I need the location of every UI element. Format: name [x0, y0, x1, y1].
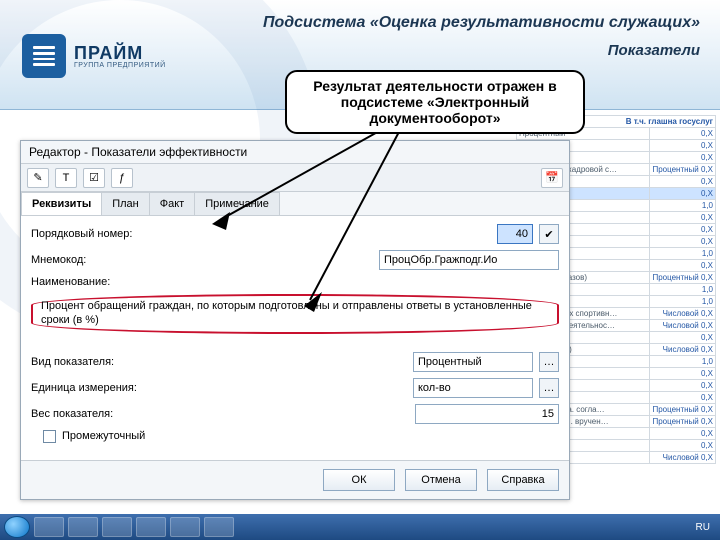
tab-fact[interactable]: Факт [149, 192, 195, 215]
ok-button[interactable]: ОК [323, 469, 395, 491]
help-button[interactable]: Справка [487, 469, 559, 491]
tab-note[interactable]: Примечание [194, 192, 280, 215]
toolbar-btn-text-icon[interactable]: T [55, 168, 77, 188]
start-button-icon[interactable] [4, 516, 30, 538]
page-title: Подсистема «Оценка результативности служ… [263, 14, 700, 32]
intermediate-checkbox[interactable] [43, 430, 56, 443]
taskbar-app-5[interactable] [170, 517, 200, 537]
unit-input[interactable]: кол-во [413, 378, 533, 398]
cancel-button[interactable]: Отмена [405, 469, 477, 491]
taskbar-app-4[interactable] [136, 517, 166, 537]
type-picker-icon[interactable]: … [539, 352, 559, 372]
type-input[interactable]: Процентный [413, 352, 533, 372]
toolbar-btn-check-icon[interactable]: ☑ [83, 168, 105, 188]
brand-logo-icon [22, 34, 66, 78]
seq-input[interactable]: 40 [497, 224, 533, 244]
toolbar-btn-save-icon[interactable]: ✎ [27, 168, 49, 188]
toolbar-btn-fx-icon[interactable]: ƒ [111, 168, 133, 188]
editor-tabs: Реквизиты План Факт Примечание [21, 192, 569, 216]
weight-input[interactable]: 15 [415, 404, 559, 424]
taskbar-app-6[interactable] [204, 517, 234, 537]
toolbar-btn-calendar-icon[interactable]: 📅 [541, 168, 563, 188]
weight-label: Вес показателя: [31, 408, 161, 420]
taskbar-app-1[interactable] [34, 517, 64, 537]
editor-toolbar: ✎ T ☑ ƒ 📅 [21, 164, 569, 192]
name-value-highlighted[interactable]: Процент обращений граждан, по которым по… [31, 294, 559, 334]
taskbar-lang[interactable]: RU [690, 522, 716, 533]
seq-confirm-icon[interactable]: ✔ [539, 224, 559, 244]
brand-sub: ГРУППА ПРЕДПРИЯТИЙ [74, 62, 166, 69]
editor-title: Редактор - Показатели эффективности [21, 141, 569, 164]
windows-taskbar: RU [0, 514, 720, 540]
taskbar-app-3[interactable] [102, 517, 132, 537]
annotation-callout: Результат деятельности отражен в подсист… [285, 70, 585, 134]
brand-logo: ПРАЙМ ГРУППА ПРЕДПРИЯТИЙ [22, 34, 166, 78]
page-subtitle: Показатели [608, 42, 700, 59]
type-label: Вид показателя: [31, 356, 161, 368]
mnemo-input[interactable]: ПроцОбр.Гражподг.Ио [379, 250, 559, 270]
unit-label: Единица измерения: [31, 382, 161, 394]
mnemo-label: Мнемокод: [31, 254, 161, 266]
name-label: Наименование: [31, 276, 161, 288]
seq-label: Порядковый номер: [31, 228, 161, 240]
tab-plan[interactable]: План [101, 192, 150, 215]
editor-dialog: Редактор - Показатели эффективности ✎ T … [20, 140, 570, 500]
brand-name: ПРАЙМ [74, 44, 166, 62]
editor-form: Порядковый номер: 40 ✔ Мнемокод: ПроцОбр… [21, 216, 569, 460]
taskbar-app-2[interactable] [68, 517, 98, 537]
tab-requisites[interactable]: Реквизиты [21, 192, 102, 215]
dialog-buttons: ОК Отмена Справка [21, 460, 569, 499]
intermediate-label: Промежуточный [62, 430, 145, 442]
unit-picker-icon[interactable]: … [539, 378, 559, 398]
